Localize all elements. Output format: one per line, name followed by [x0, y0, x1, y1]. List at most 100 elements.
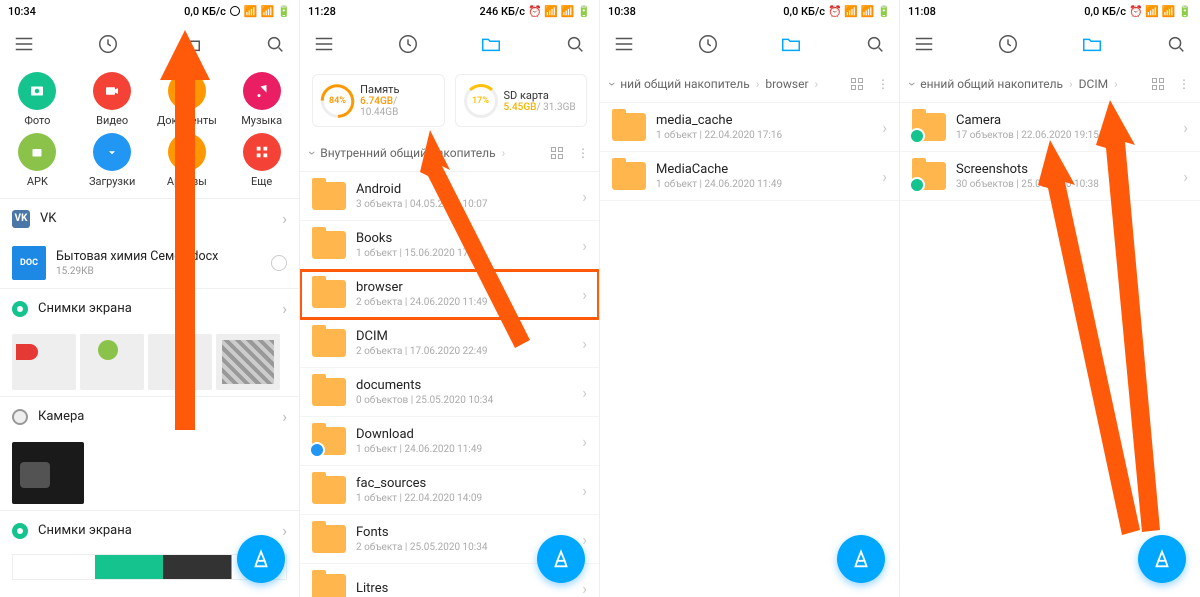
folder-list: media_cache1 объект | 22.04.2020 17:16› …: [600, 103, 899, 597]
screen-1: 10:34 0,0 КБ/с 📶📶🔋 Фото Видео Документы …: [0, 0, 300, 597]
section-screenshots[interactable]: Снимки экрана ›: [0, 288, 299, 328]
vk-icon: VK: [12, 210, 30, 228]
thumbnail[interactable]: [216, 334, 280, 390]
more-icon[interactable]: ⋮: [577, 146, 589, 160]
toolbar: [900, 22, 1200, 66]
search-icon[interactable]: [563, 32, 587, 56]
folder-camera[interactable]: Camera17 объектов | 22.06.2020 19:15›: [900, 103, 1200, 152]
folder-android[interactable]: Android3 объекта | 04.05.2020 10:07›: [300, 172, 599, 221]
grid-view-icon[interactable]: [1152, 78, 1166, 90]
chevron-right-icon: ›: [282, 209, 287, 228]
folder-mediacache[interactable]: MediaCache1 объект | 24.06.2020 11:49›: [600, 152, 899, 201]
folder-icon[interactable]: [179, 32, 203, 56]
folder-icon: [312, 525, 346, 553]
screen-4: 11:08 0,0 КБ/с ⏰ 📶 📶 🔋 › енний общий нак…: [900, 0, 1200, 597]
folder-icon: [312, 574, 346, 597]
chevron-right-icon: ›: [282, 407, 287, 426]
storage-internal[interactable]: 84% Память 6.74GB/ 10.44GB: [312, 74, 445, 127]
menu-icon[interactable]: [912, 32, 936, 56]
more-icon[interactable]: ⋮: [877, 77, 889, 91]
recent-icon[interactable]: [996, 32, 1020, 56]
folder-icon: [312, 231, 346, 259]
breadcrumb[interactable]: › Внутренний общий накопитель › ⋮: [300, 135, 599, 172]
cat-music[interactable]: Музыка: [230, 72, 294, 127]
folder-download[interactable]: Download1 объект | 24.06.2020 11:49›: [300, 417, 599, 466]
folder-icon[interactable]: [779, 32, 803, 56]
ring-icon: 17%: [464, 84, 498, 118]
search-icon[interactable]: [863, 32, 887, 56]
clean-fab[interactable]: [837, 535, 885, 583]
section-vk[interactable]: VK VK ›: [0, 198, 299, 238]
grid-view-icon[interactable]: [551, 147, 565, 159]
thumbnail[interactable]: [148, 334, 212, 390]
storage-sd[interactable]: 17% SD карта 5.45GB/ 31.3GB: [455, 74, 588, 127]
status-bar: 11:08 0,0 КБ/с ⏰ 📶 📶 🔋: [900, 0, 1200, 22]
menu-icon[interactable]: [612, 32, 636, 56]
clean-fab[interactable]: [1138, 535, 1186, 583]
folder-icon: [912, 162, 946, 190]
status-bar: 10:34 0,0 КБ/с 📶📶🔋: [0, 0, 299, 22]
more-icon[interactable]: ⋮: [1178, 77, 1190, 91]
folder-icon: [312, 280, 346, 308]
status-right: 0,0 КБ/с 📶📶🔋: [184, 5, 291, 18]
status-time: 11:28: [308, 5, 336, 18]
thumbnail[interactable]: [12, 334, 76, 390]
status-bar: 11:28 246 КБ/с ⏰ 📶 📶 🔋: [300, 0, 599, 22]
folder-documents[interactable]: documents0 объектов | 25.05.2020 10:34›: [300, 368, 599, 417]
folder-icon[interactable]: [479, 32, 503, 56]
cat-docs[interactable]: Документы: [155, 72, 219, 127]
search-icon[interactable]: [263, 32, 287, 56]
folder-browser[interactable]: browser2 объекта | 24.06.2020 11:49›: [300, 270, 599, 319]
chevron-right-icon: ›: [282, 521, 287, 540]
folder-icon: [312, 427, 346, 455]
cat-more[interactable]: Еще: [230, 133, 294, 188]
breadcrumb[interactable]: › ний общий накопитель › browser › ⋮: [600, 66, 899, 103]
folder-icon: [312, 476, 346, 504]
toolbar: [0, 22, 299, 66]
thumbnail-row: [0, 328, 299, 396]
folder-icon: [912, 113, 946, 141]
folder-icon: [612, 162, 646, 190]
menu-icon[interactable]: [312, 32, 336, 56]
folder-fac-sources[interactable]: fac_sources1 объект | 22.04.2020 14:09›: [300, 466, 599, 515]
doc-icon: DOC: [12, 246, 46, 280]
chevron-down-icon: ›: [904, 82, 920, 86]
screen-2: 11:28 246 КБ/с ⏰ 📶 📶 🔋 84% Память 6.74GB…: [300, 0, 600, 597]
camera-dot-icon: [12, 409, 28, 425]
cat-apk[interactable]: APK: [5, 133, 69, 188]
select-radio[interactable]: [271, 255, 287, 271]
grid-view-icon[interactable]: [851, 78, 865, 90]
cat-downloads[interactable]: Загрузки: [80, 133, 144, 188]
folder-screenshots[interactable]: Screenshots30 объектов | 25.06.2020 10:3…: [900, 152, 1200, 201]
recent-icon[interactable]: [696, 32, 720, 56]
dot-icon: [12, 301, 28, 317]
folder-list: Android3 объекта | 04.05.2020 10:07› Boo…: [300, 172, 599, 597]
clean-fab[interactable]: [237, 535, 285, 583]
status-time: 10:38: [608, 5, 636, 18]
chevron-down-icon: ›: [604, 82, 620, 86]
screenshot-collage: 10:34 0,0 КБ/с 📶📶🔋 Фото Видео Документы …: [0, 0, 1200, 597]
cat-archives[interactable]: Архивы: [155, 133, 219, 188]
recent-icon[interactable]: [96, 32, 120, 56]
clean-fab[interactable]: [537, 535, 585, 583]
cat-photo[interactable]: Фото: [5, 72, 69, 127]
chevron-right-icon: ›: [282, 299, 287, 318]
dot-icon: [12, 523, 28, 539]
chevron-down-icon: ›: [304, 151, 320, 155]
search-icon[interactable]: [1164, 32, 1188, 56]
folder-media-cache[interactable]: media_cache1 объект | 22.04.2020 17:16›: [600, 103, 899, 152]
thumbnail[interactable]: [12, 442, 84, 504]
section-camera[interactable]: Камера ›: [0, 396, 299, 436]
folder-dcim[interactable]: DCIM2 объекта | 17.06.2020 22:49›: [300, 319, 599, 368]
category-grid: Фото Видео Документы Музыка APK Загрузки…: [0, 66, 299, 198]
recent-icon[interactable]: [396, 32, 420, 56]
breadcrumb[interactable]: › енний общий накопитель › DCIM › ⋮: [900, 66, 1200, 103]
ring-icon: 84%: [314, 77, 361, 124]
cat-video[interactable]: Видео: [80, 72, 144, 127]
file-doc[interactable]: DOC Бытовая химия Семен.docx 15.29КВ: [0, 238, 299, 288]
folder-books[interactable]: Books1 объект | 15.06.2020 17:12›: [300, 221, 599, 270]
thumbnail[interactable]: [80, 334, 144, 390]
folder-icon[interactable]: [1080, 32, 1104, 56]
menu-icon[interactable]: [12, 32, 36, 56]
toolbar: [300, 22, 599, 66]
